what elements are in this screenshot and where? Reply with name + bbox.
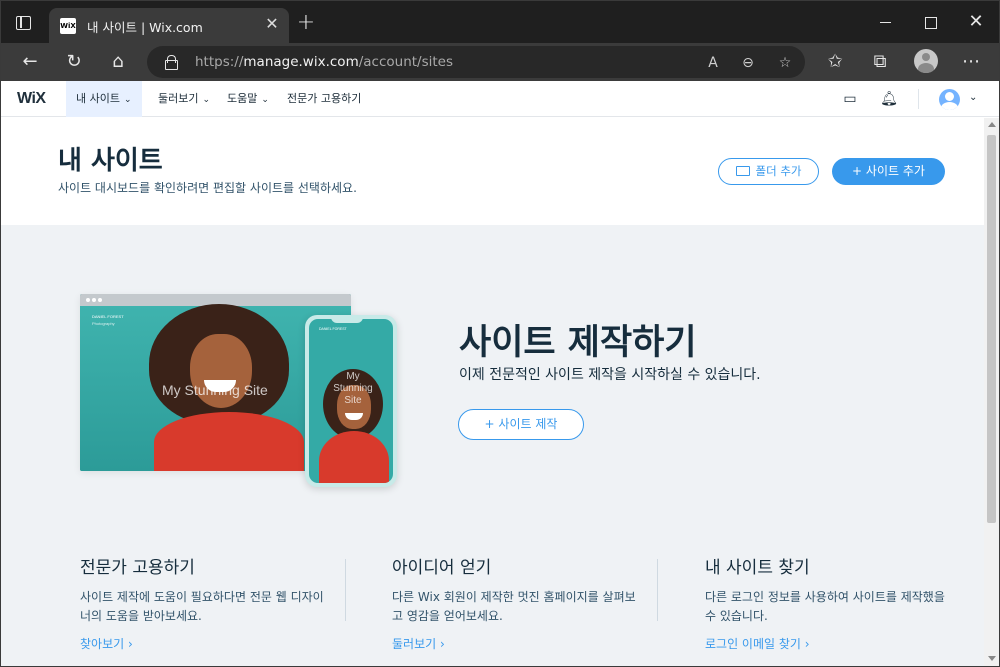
collections-icon[interactable]: ⧉ (868, 50, 892, 74)
new-tab-icon[interactable]: + (295, 12, 317, 35)
browser-window: WiX 내 사이트 | Wix.com ✕ + ✕ ← ↻ ⌂ https://… (0, 0, 1000, 667)
add-folder-button[interactable]: 폴더 추가 (718, 158, 819, 185)
home-icon[interactable]: ⌂ (106, 50, 130, 74)
address-toolbar: ← ↻ ⌂ https://manage.wix.com/account/sit… (1, 43, 999, 81)
card-text: 다른 Wix 회원이 제작한 멋진 홈페이지를 살펴보고 영감을 얻어보세요. (392, 590, 636, 623)
more-menu-icon[interactable]: ⋯ (959, 50, 983, 74)
url-text[interactable]: https://manage.wix.com/account/sites (195, 54, 453, 70)
window-close-icon[interactable]: ✕ (961, 11, 991, 33)
chevron-down-icon[interactable]: ⌄ (969, 92, 977, 103)
hero-title: 사이트 제작하기 (459, 323, 697, 363)
page-title: 내 사이트 (58, 146, 163, 176)
favorites-icon[interactable]: ✩ (823, 50, 847, 74)
mobile-site-preview: DANIEL FOREST My Stunning Site (305, 315, 397, 487)
column-divider (345, 559, 346, 621)
scroll-down-icon[interactable] (988, 656, 996, 661)
find-login-email-link[interactable]: 로그인 이메일 찾기 › (705, 635, 955, 652)
menu-hire-expert[interactable]: 전문가 고용하기 (287, 81, 361, 117)
find-site-card: 내 사이트 찾기 다른 로그인 정보를 사용하여 사이트를 제작했을 수 있습니… (705, 553, 955, 652)
card-title: 내 사이트 찾기 (705, 558, 810, 578)
hero-subtitle: 이제 전문적인 사이트 제작을 시작하실 수 있습니다. (459, 367, 761, 383)
tab-bar: WiX 내 사이트 | Wix.com ✕ + ✕ (1, 1, 999, 43)
menu-explore[interactable]: 둘러보기 ⌄ (158, 81, 210, 117)
scroll-thumb[interactable] (987, 135, 996, 523)
browser-profile-icon[interactable] (914, 49, 938, 73)
page-subtitle: 사이트 대시보드를 확인하려면 편집할 사이트를 선택하세요. (58, 181, 357, 195)
wix-favicon-icon: WiX (60, 18, 76, 34)
page-scrollbar[interactable] (984, 118, 999, 666)
main-content: DANIEL FOREST Photography My Stunning Si… (1, 225, 984, 666)
address-bar[interactable]: https://manage.wix.com/account/sites A ⊖… (147, 46, 805, 78)
wix-logo[interactable]: WiX (17, 90, 46, 108)
scroll-up-icon[interactable] (988, 122, 996, 127)
zoom-out-icon[interactable]: ⊖ (737, 52, 759, 74)
card-text: 사이트 제작에 도움이 필요하다면 전문 웹 디자이너의 도움을 받아보세요. (80, 590, 324, 623)
browser-tab[interactable]: WiX 내 사이트 | Wix.com ✕ (49, 8, 289, 43)
get-ideas-card: 아이디어 얻기 다른 Wix 회원이 제작한 멋진 홈페이지를 살펴보고 영감을… (392, 553, 642, 652)
refresh-icon[interactable]: ↻ (62, 50, 86, 74)
maximize-icon[interactable] (915, 11, 945, 33)
lock-icon[interactable] (165, 55, 178, 70)
folder-icon (735, 166, 750, 176)
user-avatar[interactable] (939, 89, 960, 110)
read-aloud-icon[interactable]: A (702, 52, 724, 74)
card-title: 아이디어 얻기 (392, 558, 492, 578)
notifications-bell-icon[interactable]: 🔔︎ (880, 90, 898, 108)
header-divider (918, 89, 919, 109)
wix-header: WiX 내 사이트 ⌄ 둘러보기 ⌄ 도움말 ⌄ 전문가 고용하기 ▭ 🔔︎ ⌄ (1, 81, 999, 117)
card-text: 다른 로그인 정보를 사용하여 사이트를 제작했을 수 있습니다. (705, 590, 945, 623)
menu-help[interactable]: 도움말 ⌄ (227, 81, 269, 117)
explore-link[interactable]: 둘러보기 › (392, 635, 642, 652)
tab-actions-icon[interactable] (13, 13, 35, 33)
add-favorite-icon[interactable]: ☆ (774, 52, 796, 74)
back-icon[interactable]: ← (18, 50, 42, 74)
minimize-icon[interactable] (870, 11, 900, 33)
card-title: 전문가 고용하기 (80, 558, 195, 578)
mock-headline: My Stunning Site (162, 382, 268, 398)
chevron-down-icon: ⌄ (123, 95, 132, 105)
tab-title: 내 사이트 | Wix.com (87, 20, 203, 35)
hire-expert-card: 전문가 고용하기 사이트 제작에 도움이 필요하다면 전문 웹 디자이너의 도움… (80, 553, 330, 652)
chat-icon[interactable]: ▭ (841, 90, 859, 108)
create-site-button[interactable]: + 사이트 제작 (458, 409, 584, 440)
page-header: 내 사이트 사이트 대시보드를 확인하려면 편집할 사이트를 선택하세요. 폴더… (1, 118, 984, 225)
tab-close-icon[interactable]: ✕ (263, 15, 281, 33)
find-expert-link[interactable]: 찾아보기 › (80, 635, 330, 652)
menu-my-sites[interactable]: 내 사이트 ⌄ (66, 81, 142, 117)
column-divider (657, 559, 658, 621)
chevron-down-icon: ⌄ (202, 95, 211, 105)
chevron-down-icon: ⌄ (261, 95, 269, 105)
add-site-button[interactable]: + 사이트 추가 (832, 158, 945, 185)
